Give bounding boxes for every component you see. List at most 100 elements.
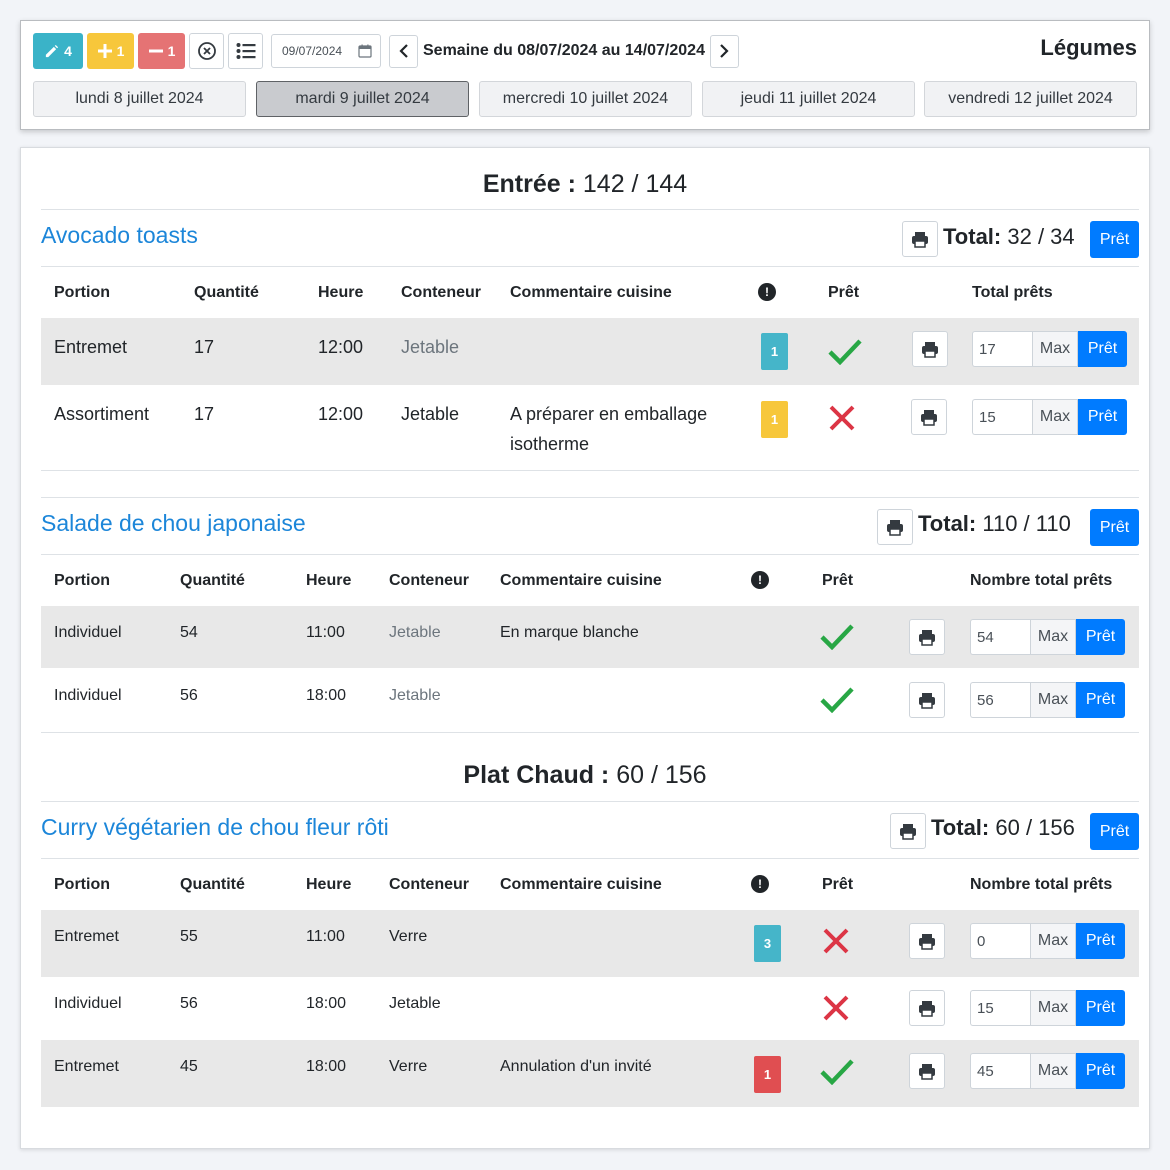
circle-x-icon (197, 42, 216, 60)
row-ready-button[interactable]: Prêt (1076, 1053, 1125, 1089)
row-ready-button[interactable]: Prêt (1078, 399, 1127, 435)
total-value: 32 / 34 (1007, 224, 1075, 249)
edit-button[interactable]: 4 (33, 33, 83, 69)
dish-ready-button[interactable]: Prêt (1090, 221, 1139, 258)
pencil-icon (45, 44, 59, 57)
max-button[interactable]: Max (1032, 399, 1078, 435)
category-name: Plat Chaud : (463, 761, 610, 789)
row-ready-button[interactable]: Prêt (1076, 682, 1125, 718)
col-quantite: Quantité (194, 284, 259, 301)
list-button[interactable] (228, 33, 263, 69)
ready-count-input[interactable]: 15 (972, 399, 1032, 435)
ready-count-input[interactable]: 0 (970, 923, 1030, 959)
list-icon (236, 43, 255, 59)
row-print-button[interactable] (909, 923, 945, 959)
row-print-button[interactable] (912, 331, 948, 367)
ready-count-input[interactable]: 45 (970, 1053, 1030, 1089)
edit-count: 4 (64, 43, 72, 59)
ready-check-icon[interactable] (826, 334, 864, 368)
count-badge[interactable]: 3 (754, 925, 781, 962)
row-print-button[interactable] (911, 399, 947, 435)
total-value: 60 / 156 (995, 815, 1075, 840)
col-quantite: Quantité (180, 876, 245, 893)
col-portion: Portion (54, 876, 110, 893)
row-ready-button[interactable]: Prêt (1078, 331, 1127, 367)
dish-ready-button[interactable]: Prêt (1090, 813, 1139, 850)
minus-button[interactable]: 1 (138, 33, 185, 69)
col-pret: Prêt (828, 284, 860, 301)
tab-lundi[interactable]: lundi 8 juillet 2024 (33, 81, 246, 117)
row-ready-button[interactable]: Prêt (1076, 990, 1125, 1026)
conteneur-cell: Verre (389, 1058, 428, 1075)
row-print-button[interactable] (909, 682, 945, 718)
quantite-cell: 17 (194, 337, 215, 357)
portion-cell: Individuel (54, 687, 122, 704)
calendar-icon[interactable] (358, 44, 372, 58)
quantity-group: 54 Max Prêt (970, 619, 1125, 655)
count-badge[interactable]: 1 (761, 401, 788, 438)
row-ready-button[interactable]: Prêt (1076, 619, 1125, 655)
plus-button[interactable]: 1 (87, 33, 134, 69)
col-total-prets: Total prêts (972, 284, 1053, 301)
max-button[interactable]: Max (1030, 923, 1076, 959)
ready-count-input[interactable]: 56 (970, 682, 1030, 718)
row-print-button[interactable] (909, 619, 945, 655)
ready-check-icon[interactable] (818, 619, 856, 653)
clear-button[interactable] (189, 33, 224, 69)
total-label: Total: (931, 815, 990, 840)
prev-week-button[interactable] (389, 34, 418, 68)
count-badge[interactable]: 1 (754, 1056, 781, 1093)
tab-vendredi[interactable]: vendredi 12 juillet 2024 (924, 81, 1137, 117)
count-badge[interactable]: 1 (761, 333, 788, 370)
minus-icon (148, 49, 163, 53)
max-button[interactable]: Max (1030, 619, 1076, 655)
not-ready-x-icon[interactable] (823, 401, 861, 435)
not-ready-x-icon[interactable] (817, 991, 855, 1025)
printer-icon (919, 692, 935, 709)
category-count: 60 / 156 (616, 761, 707, 789)
commentaire-cell: Annulation d'un invité (500, 1058, 652, 1075)
date-value: 09/07/2024 (282, 44, 343, 58)
section-title: Légumes (1040, 35, 1137, 60)
max-button[interactable]: Max (1030, 682, 1076, 718)
divider (41, 266, 1139, 267)
ready-count-input[interactable]: 17 (972, 331, 1032, 367)
ready-check-icon[interactable] (818, 1054, 856, 1088)
next-week-button[interactable] (709, 34, 739, 68)
heure-cell: 11:00 (306, 624, 345, 641)
toolbar-row: 4 1 1 09/07/2024 Semaine du 08/07/2024 a… (33, 33, 739, 69)
ready-count-input[interactable]: 54 (970, 619, 1030, 655)
print-button[interactable] (890, 813, 926, 849)
total-label: Total: (943, 224, 1002, 249)
tab-mardi[interactable]: mardi 9 juillet 2024 (256, 81, 469, 117)
row-print-button[interactable] (909, 990, 945, 1026)
not-ready-x-icon[interactable] (817, 924, 855, 958)
dish-ready-button[interactable]: Prêt (1090, 509, 1139, 546)
col-portion: Portion (54, 284, 110, 301)
chevron-right-icon (720, 44, 730, 58)
dish-name[interactable]: Salade de chou japonaise (41, 510, 306, 537)
row-ready-button[interactable]: Prêt (1076, 923, 1125, 959)
printer-icon (919, 1000, 935, 1017)
category-count: 142 / 144 (582, 170, 688, 198)
print-button[interactable] (877, 509, 913, 545)
max-button[interactable]: Max (1032, 331, 1078, 367)
heure-cell: 18:00 (306, 687, 347, 704)
printer-icon (922, 341, 938, 358)
ready-count-input[interactable]: 15 (970, 990, 1030, 1026)
print-button[interactable] (902, 221, 938, 257)
row-print-button[interactable] (909, 1053, 945, 1089)
col-commentaire: Commentaire cuisine (500, 876, 662, 893)
max-button[interactable]: Max (1030, 990, 1076, 1026)
max-button[interactable]: Max (1030, 1053, 1076, 1089)
date-input[interactable]: 09/07/2024 (271, 34, 381, 68)
divider (41, 732, 1139, 733)
ready-check-icon[interactable] (818, 682, 856, 716)
tab-jeudi[interactable]: jeudi 11 juillet 2024 (702, 81, 915, 117)
quantite-cell: 17 (194, 404, 215, 424)
divider (41, 801, 1139, 802)
dish-name[interactable]: Curry végétarien de chou fleur rôti (41, 814, 389, 841)
quantite-cell: 45 (180, 1058, 198, 1075)
tab-mercredi[interactable]: mercredi 10 juillet 2024 (479, 81, 692, 117)
dish-name[interactable]: Avocado toasts (41, 222, 198, 249)
